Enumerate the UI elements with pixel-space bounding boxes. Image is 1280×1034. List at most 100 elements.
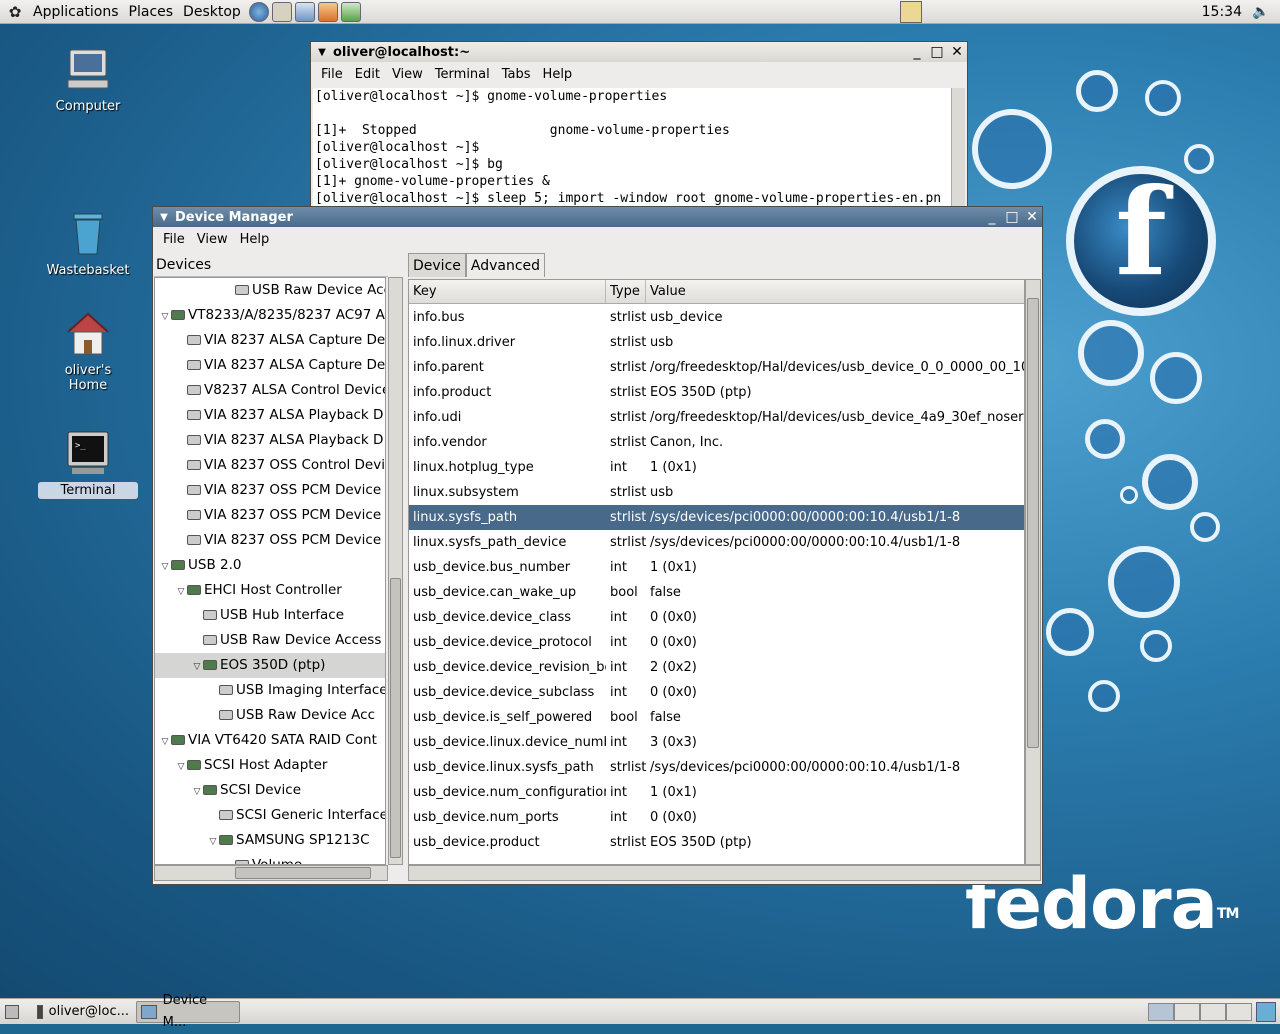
table-row[interactable]: info.bus strlist usb_device <box>409 305 1024 330</box>
column-header-key[interactable]: Key <box>409 280 606 303</box>
terminal-titlebar[interactable]: ▼ oliver@localhost:~ _ □ ✕ <box>311 42 967 62</box>
tree-node[interactable]: VIA 8237 OSS PCM Device <box>155 503 385 528</box>
expander-arrow-icon[interactable]: ▽ <box>191 655 203 678</box>
menu-view[interactable]: View <box>386 67 429 82</box>
tree-node[interactable]: VIA 8237 ALSA Capture De <box>155 353 385 378</box>
minimize-button[interactable]: _ <box>982 208 1002 226</box>
window-menu-icon[interactable]: ▼ <box>157 212 171 223</box>
window-menu-icon[interactable]: ▼ <box>315 47 329 58</box>
expander-arrow-icon[interactable]: ▽ <box>159 305 171 328</box>
impress-launcher-icon[interactable] <box>317 1 338 22</box>
places-menu[interactable]: Places <box>124 0 179 24</box>
menu-edit[interactable]: Edit <box>349 67 386 82</box>
clock[interactable]: 15:34 <box>1202 0 1242 24</box>
tree-node[interactable]: ▽ EHCI Host Controller <box>155 578 385 603</box>
workspace-4[interactable] <box>1226 1002 1252 1021</box>
tree-node[interactable]: VIA 8237 ALSA Capture De <box>155 328 385 353</box>
gnome-foot-icon[interactable]: ✿ <box>6 3 24 21</box>
taskbar-item-device-manager[interactable]: Device M... <box>136 993 240 1030</box>
terminal-output[interactable]: [oliver@localhost ~]$ gnome-volume-prope… <box>313 88 951 218</box>
table-row[interactable]: linux.hotplug_type int 1 (0x1) <box>409 455 1024 480</box>
tree-node[interactable]: USB Raw Device Acc <box>155 278 385 303</box>
table-row[interactable]: info.product strlist EOS 350D (ptp) <box>409 380 1024 405</box>
pane-divider[interactable] <box>389 253 407 883</box>
writer-launcher-icon[interactable] <box>294 1 315 22</box>
table-row[interactable]: info.udi strlist/org/freedesktop/Hal/devi… <box>409 405 1024 430</box>
table-row[interactable]: info.vendor strlist Canon, Inc. <box>409 430 1024 455</box>
tree-node[interactable]: Volume <box>155 853 385 864</box>
device-tree[interactable]: USB Raw Device Acc ▽ VT8233/A/8235/8237 AC… <box>154 277 386 865</box>
menu-help[interactable]: Help <box>537 67 579 82</box>
table-row[interactable]: usb_device.num_ports int 0 (0x0) <box>409 805 1024 830</box>
tab-advanced[interactable]: Advanced <box>465 253 546 277</box>
properties-vertical-scrollbar[interactable] <box>1025 279 1041 865</box>
tree-node[interactable]: V8237 ALSA Control Device <box>155 378 385 403</box>
expander-arrow-icon[interactable]: ▽ <box>191 780 203 803</box>
menu-help[interactable]: Help <box>234 232 276 247</box>
expander-arrow-icon[interactable]: ▽ <box>175 755 187 778</box>
close-button[interactable]: ✕ <box>947 43 967 61</box>
table-row[interactable]: linux.sysfs_path strlist/sys/devices/pci0… <box>409 505 1024 530</box>
table-row[interactable]: usb_device.bus_number int 1 (0x1) <box>409 555 1024 580</box>
table-row[interactable]: linux.subsystem strlist usb <box>409 480 1024 505</box>
workspace-1[interactable] <box>1148 1002 1174 1021</box>
desktop-icon-computer[interactable]: Computer <box>38 46 138 115</box>
maximize-button[interactable]: □ <box>1002 208 1022 226</box>
table-row[interactable]: linux.sysfs_path_device strlist/sys/devic… <box>409 530 1024 555</box>
applications-menu[interactable]: Applications <box>28 0 124 24</box>
table-row[interactable]: usb_device.is_self_powered bool false <box>409 705 1024 730</box>
table-row[interactable]: usb_device.device_revision_bcd int 2 (0x2) <box>409 655 1024 680</box>
tree-node[interactable]: USB Imaging Interface <box>155 678 385 703</box>
tree-node[interactable]: ▽ EOS 350D (ptp) <box>155 653 385 678</box>
tree-node[interactable]: SCSI Generic Interface <box>155 803 385 828</box>
desktop-icon-terminal[interactable]: >_ Terminal <box>38 430 138 499</box>
table-row[interactable]: usb_device.device_protocol int 0 (0x0) <box>409 630 1024 655</box>
menu-view[interactable]: View <box>191 232 234 247</box>
tree-node[interactable]: VIA 8237 ALSA Playback D <box>155 403 385 428</box>
email-launcher-icon[interactable] <box>271 1 292 22</box>
workspace-3[interactable] <box>1200 1002 1226 1021</box>
close-button[interactable]: ✕ <box>1022 208 1042 226</box>
table-row[interactable]: usb_device.device_class int 0 (0x0) <box>409 605 1024 630</box>
desktop-icon-home[interactable]: oliver's Home <box>38 310 138 394</box>
table-row[interactable]: usb_device.num_configurations int 1 (0x1) <box>409 780 1024 805</box>
table-row[interactable]: info.linux.driver strlist usb <box>409 330 1024 355</box>
tree-node[interactable]: VIA 8237 ALSA Playback D <box>155 428 385 453</box>
table-row[interactable]: usb_device.product strlist EOS 350D (ptp) <box>409 830 1024 855</box>
menu-terminal[interactable]: Terminal <box>429 67 496 82</box>
device-manager-titlebar[interactable]: ▼ Device Manager _ □ ✕ <box>153 207 1042 227</box>
maximize-button[interactable]: □ <box>927 43 947 61</box>
tree-node[interactable]: ▽ VIA VT6420 SATA RAID Cont <box>155 728 385 753</box>
menu-tabs[interactable]: Tabs <box>496 67 537 82</box>
web-browser-launcher-icon[interactable] <box>248 1 269 22</box>
tree-node[interactable]: ▽ SCSI Host Adapter <box>155 753 385 778</box>
tree-node[interactable]: ▽ SAMSUNG SP1213C <box>155 828 385 853</box>
column-header-type[interactable]: Type <box>606 280 646 303</box>
tab-device[interactable]: Device <box>408 253 466 277</box>
expander-arrow-icon[interactable]: ▽ <box>175 580 187 603</box>
properties-table[interactable]: Key Type Value info.bus strlist usb_device… <box>408 279 1025 865</box>
tree-node[interactable]: VIA 8237 OSS PCM Device <box>155 478 385 503</box>
tree-node[interactable]: USB Raw Device Access <box>155 628 385 653</box>
expander-arrow-icon[interactable]: ▽ <box>207 830 219 853</box>
tree-node[interactable]: ▽ USB 2.0 <box>155 553 385 578</box>
expander-arrow-icon[interactable]: ▽ <box>159 730 171 753</box>
workspace-2[interactable] <box>1174 1002 1200 1021</box>
scrollbar-thumb[interactable] <box>1027 298 1039 748</box>
table-row[interactable]: usb_device.device_subclass int 0 (0x0) <box>409 680 1024 705</box>
desktop-icon-wastebasket[interactable]: Wastebasket <box>38 210 138 279</box>
terminal-scrollbar[interactable] <box>951 88 965 218</box>
properties-horizontal-scrollbar[interactable] <box>408 865 1041 881</box>
tree-node[interactable]: USB Raw Device Acc <box>155 703 385 728</box>
table-row[interactable]: usb_device.linux.sysfs_path strlist/sys/d… <box>409 755 1024 780</box>
table-row[interactable]: usb_device.linux.device_number int 3 (0x3) <box>409 730 1024 755</box>
menu-file[interactable]: File <box>157 232 191 247</box>
desktop-menu[interactable]: Desktop <box>178 0 246 24</box>
scrollbar-thumb[interactable] <box>235 867 371 879</box>
taskbar-item-terminal[interactable]: oliver@loc... <box>32 1001 136 1023</box>
update-notifier-icon[interactable] <box>900 1 922 23</box>
minimize-button[interactable]: _ <box>907 43 927 61</box>
volume-icon[interactable]: 🔈 <box>1252 2 1272 22</box>
column-header-value[interactable]: Value <box>646 280 1024 303</box>
tree-node[interactable]: ▽ SCSI Device <box>155 778 385 803</box>
